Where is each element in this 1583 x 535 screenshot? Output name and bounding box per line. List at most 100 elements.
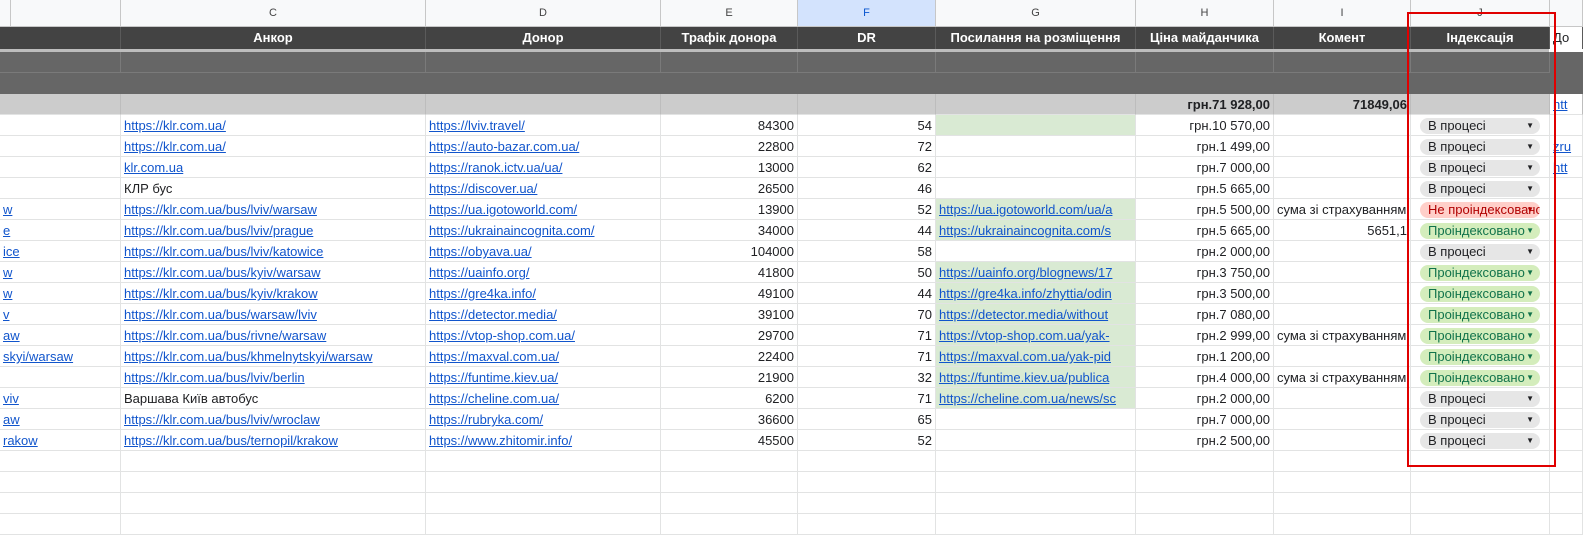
cell-donor[interactable]: https://vtop-shop.com.ua/ (426, 325, 661, 346)
cell-price[interactable]: грн.2 500,00 (1136, 430, 1274, 451)
cell-b[interactable]: e (0, 220, 121, 241)
cell-placement[interactable]: https://maxval.com.ua/yak-pid (936, 346, 1136, 367)
cell-b[interactable]: aw (0, 325, 121, 346)
cell-placement[interactable]: https://ua.igotoworld.com/ua/a (936, 199, 1136, 220)
empty-cell[interactable] (1136, 451, 1274, 472)
cell-placement[interactable]: https://ukrainaincognita.com/s (936, 220, 1136, 241)
cell-extra[interactable] (1550, 262, 1583, 283)
empty-cell[interactable] (936, 451, 1136, 472)
cell-donor[interactable]: https://ua.igotoworld.com/ (426, 199, 661, 220)
cell-traffic[interactable]: 22400 (661, 346, 798, 367)
cell-indexation[interactable]: В процесі ▼ (1411, 178, 1550, 199)
cell-donor[interactable]: https://funtime.kiev.ua/ (426, 367, 661, 388)
totals-extra-link[interactable]: htt (1550, 94, 1583, 115)
chevron-down-icon[interactable]: ▼ (1526, 307, 1534, 323)
empty-cell[interactable] (1274, 493, 1411, 514)
cell-anchor[interactable]: https://klr.com.ua/bus/kyiv/warsaw (121, 262, 426, 283)
cell-donor[interactable]: https://maxval.com.ua/ (426, 346, 661, 367)
cell-dr[interactable]: 44 (798, 283, 936, 304)
column-header-c[interactable]: C (121, 0, 426, 27)
cell-b[interactable]: viv (0, 388, 121, 409)
cell-extra[interactable]: htt (1550, 157, 1583, 178)
cell-dr[interactable]: 71 (798, 346, 936, 367)
header-cell-b[interactable] (0, 27, 121, 49)
cell-b[interactable] (0, 157, 121, 178)
status-dropdown-chip[interactable]: Проіндексовано ▼ (1420, 286, 1540, 302)
cell-price[interactable]: грн.2 000,00 (1136, 388, 1274, 409)
header-extra[interactable]: До (1550, 27, 1583, 49)
empty-cell[interactable] (1550, 472, 1583, 493)
dark-cell[interactable] (426, 52, 661, 73)
cell-extra[interactable] (1550, 115, 1583, 136)
cell-extra[interactable] (1550, 241, 1583, 262)
cell-price[interactable]: грн.3 750,00 (1136, 262, 1274, 283)
cell-traffic[interactable]: 104000 (661, 241, 798, 262)
cell-indexation[interactable]: В процесі ▼ (1411, 241, 1550, 262)
empty-cell[interactable] (1550, 493, 1583, 514)
cell-anchor[interactable]: https://klr.com.ua/bus/rivne/warsaw (121, 325, 426, 346)
column-header-h[interactable]: H (1136, 0, 1274, 27)
chevron-down-icon[interactable]: ▼ (1526, 286, 1534, 302)
empty-cell[interactable] (121, 451, 426, 472)
cell-extra[interactable] (1550, 220, 1583, 241)
cell-indexation[interactable]: Проіндексовано ▼ (1411, 367, 1550, 388)
column-header-d[interactable]: D (426, 0, 661, 27)
totals-cell-placement[interactable] (936, 94, 1136, 115)
empty-cell[interactable] (661, 451, 798, 472)
status-dropdown-chip[interactable]: Проіндексовано ▼ (1420, 307, 1540, 323)
empty-cell[interactable] (121, 472, 426, 493)
column-header-b[interactable] (11, 0, 121, 27)
totals-cell-indexation[interactable] (1411, 94, 1550, 115)
cell-donor[interactable]: https://discover.ua/ (426, 178, 661, 199)
empty-cell[interactable] (426, 493, 661, 514)
empty-cell[interactable] (426, 451, 661, 472)
empty-cell[interactable] (1136, 493, 1274, 514)
status-dropdown-chip[interactable]: В процесі ▼ (1420, 160, 1540, 176)
cell-traffic[interactable]: 26500 (661, 178, 798, 199)
cell-placement[interactable] (936, 409, 1136, 430)
cell-price[interactable]: грн.5 665,00 (1136, 178, 1274, 199)
status-dropdown-chip[interactable]: В процесі ▼ (1420, 181, 1540, 197)
cell-b[interactable] (0, 178, 121, 199)
cell-indexation[interactable]: В процесі ▼ (1411, 430, 1550, 451)
cell-comment[interactable] (1274, 115, 1411, 136)
totals-cell-b[interactable] (0, 94, 121, 115)
dark-cell[interactable] (1274, 52, 1411, 73)
totals-cell-donor[interactable] (426, 94, 661, 115)
chevron-down-icon[interactable]: ▼ (1526, 433, 1534, 449)
status-dropdown-chip[interactable]: В процесі ▼ (1420, 244, 1540, 260)
cell-dr[interactable]: 70 (798, 304, 936, 325)
cell-traffic[interactable]: 45500 (661, 430, 798, 451)
cell-dr[interactable]: 58 (798, 241, 936, 262)
cell-price[interactable]: грн.2 000,00 (1136, 241, 1274, 262)
cell-dr[interactable]: 32 (798, 367, 936, 388)
cell-donor[interactable]: https://rubryka.com/ (426, 409, 661, 430)
cell-anchor[interactable]: klr.com.ua (121, 157, 426, 178)
cell-donor[interactable]: https://www.zhitomir.info/ (426, 430, 661, 451)
empty-cell[interactable] (661, 472, 798, 493)
cell-indexation[interactable]: В процесі ▼ (1411, 388, 1550, 409)
column-header-j[interactable]: J (1411, 0, 1550, 27)
cell-donor[interactable]: https://gre4ka.info/ (426, 283, 661, 304)
cell-dr[interactable]: 71 (798, 325, 936, 346)
chevron-down-icon[interactable]: ▼ (1526, 244, 1534, 260)
cell-placement[interactable] (936, 178, 1136, 199)
status-dropdown-chip[interactable]: Проіндексовано ▼ (1420, 265, 1540, 281)
cell-price[interactable]: грн.4 000,00 (1136, 367, 1274, 388)
cell-donor[interactable]: https://ranok.ictv.ua/ua/ (426, 157, 661, 178)
cell-placement[interactable] (936, 136, 1136, 157)
cell-placement[interactable] (936, 115, 1136, 136)
cell-price[interactable]: грн.7 000,00 (1136, 409, 1274, 430)
cell-traffic[interactable]: 49100 (661, 283, 798, 304)
status-dropdown-chip[interactable]: В процесі ▼ (1420, 139, 1540, 155)
cell-dr[interactable]: 52 (798, 199, 936, 220)
chevron-down-icon[interactable]: ▼ (1526, 118, 1534, 134)
cell-b[interactable]: skyi/warsaw (0, 346, 121, 367)
cell-dr[interactable]: 54 (798, 115, 936, 136)
cell-dr[interactable]: 52 (798, 430, 936, 451)
status-dropdown-chip[interactable]: Проіндексовано ▼ (1420, 328, 1540, 344)
totals-cell-traffic[interactable] (661, 94, 798, 115)
status-dropdown-chip[interactable]: В процесі ▼ (1420, 433, 1540, 449)
cell-indexation[interactable]: Проіндексовано ▼ (1411, 346, 1550, 367)
cell-placement[interactable]: https://uainfo.org/blognews/17 (936, 262, 1136, 283)
